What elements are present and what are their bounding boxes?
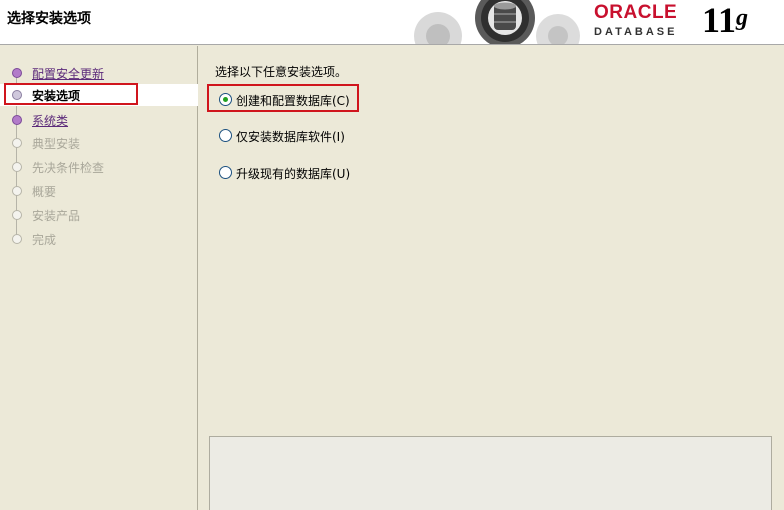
main-content: 选择以下任意安装选项。 创建和配置数据库(C) 仅安装数据库软件(I) 升级现有… <box>199 46 784 510</box>
step-label: 完成 <box>32 233 57 247</box>
step-label: 先决条件检查 <box>32 161 105 175</box>
step-pending-icon <box>12 210 22 220</box>
option-label: 创建和配置数据库(C) <box>236 94 350 108</box>
oracle-logo: ORACLE DATABASE <box>594 3 698 43</box>
header-bar: 选择安装选项 ORACLE DATABASE 11g <box>0 0 784 45</box>
database-logo-text: DATABASE <box>594 26 678 38</box>
step-prerequisite-checks: 先决条件检查 <box>0 156 198 178</box>
option-label: 升级现有的数据库(U) <box>236 167 351 181</box>
step-config-security-updates[interactable]: 配置安全更新 <box>0 62 198 84</box>
step-pending-icon <box>12 138 22 148</box>
description-panel <box>209 436 772 510</box>
step-pending-icon <box>12 162 22 172</box>
version-number: 11 <box>702 0 737 40</box>
steps-sidebar: 配置安全更新 安装选项 系统类 典型安装 先决条件检查 概要 安装产品 完成 <box>0 46 198 510</box>
radio-button[interactable] <box>219 166 232 179</box>
step-label: 典型安装 <box>32 137 81 151</box>
option-label: 仅安装数据库软件(I) <box>236 130 345 144</box>
step-label: 系统类 <box>32 114 69 128</box>
version-logo: 11g <box>702 0 748 40</box>
step-label: 概要 <box>32 185 57 199</box>
step-typical-install: 典型安装 <box>0 132 198 154</box>
version-letter: g <box>736 5 749 31</box>
step-pending-icon <box>12 186 22 196</box>
radio-button-checked[interactable] <box>219 93 232 106</box>
step-system-class[interactable]: 系统类 <box>0 109 198 131</box>
step-label: 配置安全更新 <box>32 67 105 81</box>
step-summary: 概要 <box>0 180 198 202</box>
current-step-highlight <box>4 83 138 105</box>
step-link-icon <box>12 115 22 125</box>
page-title: 选择安装选项 <box>7 11 91 27</box>
step-install-product: 安装产品 <box>0 204 198 226</box>
oracle-logo-text: ORACLE <box>594 2 678 23</box>
step-done-icon <box>12 68 22 78</box>
gears-logo-icon <box>414 0 580 44</box>
step-finish: 完成 <box>0 228 198 250</box>
radio-button[interactable] <box>219 129 232 142</box>
step-label: 安装产品 <box>32 209 81 223</box>
step-pending-icon <box>12 234 22 244</box>
instruction-text: 选择以下任意安装选项。 <box>215 65 348 79</box>
